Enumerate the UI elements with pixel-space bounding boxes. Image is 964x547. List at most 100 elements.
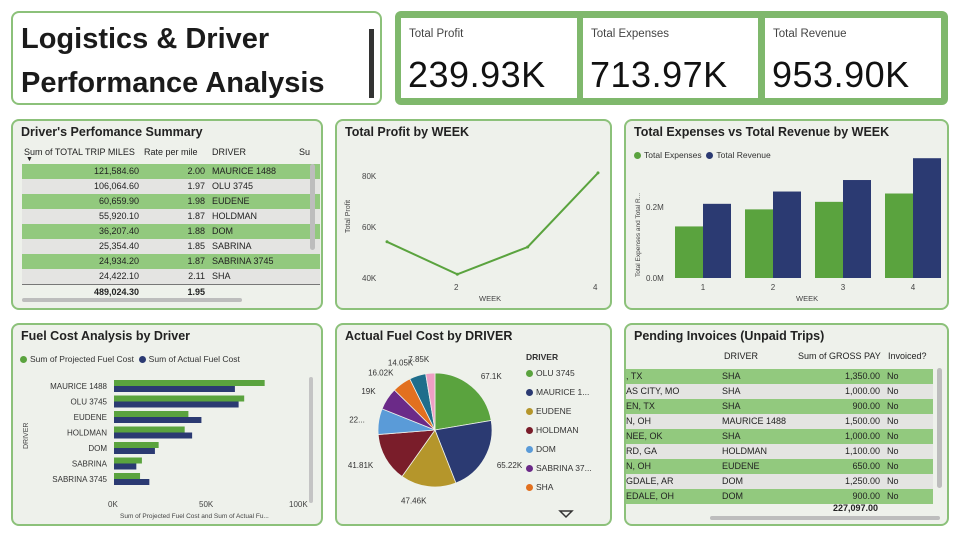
horizontal-scrollbar[interactable] (22, 298, 242, 302)
column-header-gross-pay[interactable]: Sum of GROSS PAY (798, 351, 881, 361)
projected-fuel-bar[interactable] (114, 380, 265, 386)
fuel-cost-bar-chart[interactable]: 0K 50K 100K Sum of Projected Fuel Cost a… (13, 325, 321, 524)
table-row[interactable]: GDALE, AR DOM 1,250.00 No (626, 474, 933, 489)
kpi-value: 713.97K (590, 54, 728, 95)
y-tick-label: HOLDMAN (67, 429, 107, 438)
table-row[interactable]: 55,920.10 1.87 HOLDMAN (22, 209, 320, 224)
table-row[interactable]: NEE, OK SHA 1,000.00 No (626, 429, 933, 444)
cell-driver: DOM (722, 491, 743, 501)
revenue-bar[interactable] (773, 191, 801, 278)
legend-label: MAURICE 1... (536, 387, 590, 397)
column-header-trip-miles[interactable]: Sum of TOTAL TRIP MILES (24, 147, 135, 157)
cell-destination: EN, TX (626, 401, 655, 411)
column-header-truncated[interactable]: Su (299, 147, 310, 157)
projected-fuel-bar[interactable] (114, 411, 189, 417)
expense-bar[interactable] (885, 193, 913, 278)
cell-driver: SHA (722, 386, 741, 396)
cell-gross-pay: 1,250.00 (844, 476, 880, 486)
table-row[interactable]: AS CITY, MO SHA 1,000.00 No (626, 384, 933, 399)
profit-point[interactable] (455, 272, 459, 276)
pie-slice[interactable] (434, 372, 492, 431)
cell-destination: AS CITY, MO (626, 386, 680, 396)
projected-fuel-bar[interactable] (114, 457, 142, 464)
actual-fuel-bar[interactable] (114, 401, 239, 408)
table-row[interactable]: , TX SHA 1,350.00 No (626, 369, 933, 384)
actual-fuel-bar[interactable] (114, 386, 235, 392)
legend-item[interactable]: MAURICE 1... (526, 387, 589, 397)
cell-destination: N, OH (626, 416, 652, 426)
cell-trip-miles: 24,934.20 (98, 256, 139, 266)
actual-fuel-bar[interactable] (114, 448, 155, 454)
legend-item[interactable]: DOM (526, 444, 556, 454)
y-axis-title: Total Expenses and Total R... (635, 193, 642, 277)
profit-line-chart[interactable]: 80K 60K 40K 2 4 WEEK Total Profit (337, 121, 610, 308)
legend-item[interactable]: OLU 3745 (526, 368, 575, 378)
vertical-scrollbar[interactable] (937, 368, 942, 488)
table-row[interactable]: 36,207.40 1.88 DOM (22, 224, 320, 239)
x-axis-title: Sum of Projected Fuel Cost and Sum of Ac… (120, 513, 269, 520)
vertical-scrollbar[interactable] (310, 164, 315, 250)
actual-fuel-bar[interactable] (114, 417, 202, 423)
table-row[interactable]: EN, TX SHA 900.00 No (626, 399, 933, 414)
column-header-invoiced[interactable]: Invoiced? (888, 351, 927, 361)
legend-item[interactable]: SHA (526, 482, 553, 492)
cell-rate: 1.87 (187, 256, 205, 266)
cell-rate: 1.98 (187, 196, 205, 206)
revenue-bar[interactable] (913, 158, 941, 278)
table-row[interactable]: 121,584.60 2.00 MAURICE 1488 (22, 164, 320, 179)
kpi-label: Total Revenue (773, 28, 847, 40)
profit-point[interactable] (596, 171, 600, 175)
column-header-rate[interactable]: Rate per mile (144, 147, 198, 157)
table-row[interactable]: 24,422.10 2.11 SHA (22, 269, 320, 284)
kpi-total-expenses[interactable]: Total Expenses 713.97K (583, 18, 758, 98)
kpi-total-profit[interactable]: Total Profit 239.93K (401, 18, 577, 98)
cell-driver: HOLDMAN (212, 211, 258, 221)
total-rate: 1.95 (187, 287, 205, 297)
projected-fuel-bar[interactable] (114, 395, 245, 402)
table-row[interactable]: RD, GA HOLDMAN 1,100.00 No (626, 444, 933, 459)
expense-revenue-bar-chart[interactable]: 0.2M 0.0M WEEK Total Expenses and Total … (626, 121, 947, 308)
cell-driver: SHA (722, 371, 741, 381)
page-title: Logistics & Driver Performance Analysis (21, 17, 325, 103)
horizontal-scrollbar[interactable] (710, 516, 940, 520)
expand-down-icon[interactable] (558, 510, 574, 519)
pie-data-label: 16.02K (368, 368, 394, 377)
sort-desc-icon[interactable]: ▼ (26, 156, 33, 163)
expense-bar[interactable] (675, 226, 703, 278)
cell-invoiced: No (887, 431, 899, 441)
actual-fuel-bar[interactable] (114, 432, 193, 439)
cell-gross-pay: 1,100.00 (844, 446, 880, 456)
vertical-scrollbar[interactable] (309, 377, 313, 503)
profit-point[interactable] (385, 240, 389, 244)
card-title: Driver's Perfomance Summary (21, 125, 203, 139)
fuel-cost-chart-card: Fuel Cost Analysis by Driver Sum of Proj… (11, 323, 323, 526)
table-row[interactable]: 25,354.40 1.85 SABRINA (22, 239, 320, 254)
profit-series-line[interactable] (386, 172, 599, 276)
expense-bar[interactable] (745, 209, 773, 278)
projected-fuel-bar[interactable] (114, 426, 185, 433)
revenue-bar[interactable] (843, 180, 871, 278)
column-header-driver[interactable]: DRIVER (212, 147, 246, 157)
y-axis-title: Total Profit (345, 200, 352, 233)
kpi-total-revenue[interactable]: Total Revenue 953.90K (765, 18, 941, 98)
projected-fuel-bar[interactable] (114, 442, 159, 448)
legend-item[interactable]: SABRINA 37... (526, 463, 592, 473)
actual-fuel-bar[interactable] (114, 463, 137, 470)
expense-bar[interactable] (815, 201, 843, 278)
profit-point[interactable] (526, 245, 530, 249)
table-row[interactable]: N, OH MAURICE 1488 1,500.00 No (626, 414, 933, 429)
actual-fuel-bar[interactable] (114, 479, 150, 485)
cell-rate: 2.00 (187, 166, 205, 176)
revenue-bar[interactable] (703, 203, 731, 278)
cell-destination: GDALE, AR (626, 476, 674, 486)
projected-fuel-bar[interactable] (114, 473, 141, 479)
table-row[interactable]: N, OH EUDENE 650.00 No (626, 459, 933, 474)
cell-trip-miles: 25,354.40 (98, 241, 139, 251)
table-row[interactable]: EDALE, OH DOM 900.00 No (626, 489, 933, 504)
column-header-driver[interactable]: DRIVER (724, 351, 758, 361)
legend-item[interactable]: EUDENE (526, 406, 571, 416)
table-row[interactable]: 60,659.90 1.98 EUDENE (22, 194, 320, 209)
table-row[interactable]: 106,064.60 1.97 OLU 3745 (22, 179, 320, 194)
legend-item[interactable]: HOLDMAN (526, 425, 579, 435)
table-row[interactable]: 24,934.20 1.87 SABRINA 3745 (22, 254, 320, 269)
